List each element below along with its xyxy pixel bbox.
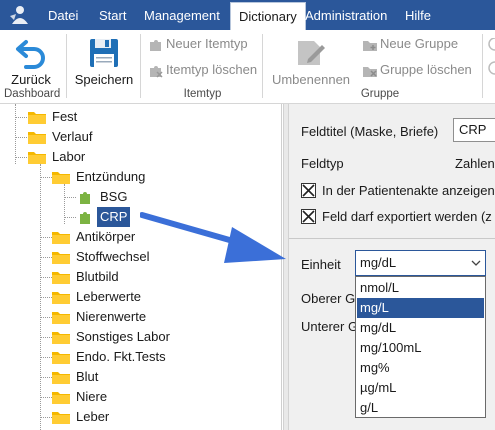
radio-icon xyxy=(488,38,495,75)
einheit-option[interactable]: mg/dL xyxy=(357,318,484,338)
back-button[interactable]: Zurück xyxy=(6,32,56,87)
menu-start[interactable]: Start xyxy=(91,0,134,30)
check-mark-icon xyxy=(302,210,315,223)
feldtitel-input[interactable]: CRP xyxy=(453,118,495,142)
feldtyp-label: Feldtyp xyxy=(301,156,344,171)
folder-icon xyxy=(52,412,70,424)
folder-icon xyxy=(28,152,46,164)
puzzle-icon xyxy=(80,192,90,204)
save-button[interactable]: Speichern xyxy=(72,32,136,87)
app-logo-icon xyxy=(10,6,28,24)
group-label-dashboard: Dashboard xyxy=(4,88,61,100)
folder-icon xyxy=(52,292,70,304)
floppy-disk-icon xyxy=(90,39,118,67)
show-in-record-label: In der Patientenakte anzeigen xyxy=(322,183,495,198)
menu-bar: Datei Start Management Dictionary Admini… xyxy=(0,0,495,30)
group-label-gruppe: Gruppe xyxy=(360,88,400,100)
show-in-record-checkbox[interactable] xyxy=(301,183,316,198)
folder-icon xyxy=(52,332,70,344)
folder-icon xyxy=(52,232,70,244)
exportable-checkbox[interactable] xyxy=(301,209,316,224)
folder-icon xyxy=(28,112,46,124)
new-itemtype-button[interactable]: Neuer Itemtyp xyxy=(148,36,248,53)
save-label: Speichern xyxy=(74,72,134,87)
delete-group-label: Gruppe löschen xyxy=(380,62,472,77)
einheit-option[interactable]: g/L xyxy=(357,398,484,418)
menu-administration[interactable]: Administration xyxy=(297,0,395,30)
section-divider xyxy=(289,238,495,239)
menu-hilfe[interactable]: Hilfe xyxy=(397,0,439,30)
rename-button[interactable]: Umbenennen xyxy=(270,32,352,87)
menu-dictionary[interactable]: Dictionary xyxy=(230,2,306,30)
new-group-label: Neue Gruppe xyxy=(380,36,459,51)
einheit-selected-value: mg/dL xyxy=(360,255,397,270)
folder-icon xyxy=(28,132,46,144)
einheit-option[interactable]: mg/100mL xyxy=(357,338,484,358)
unterer-grenzwert-label: Unterer G xyxy=(301,319,359,334)
folder-icon xyxy=(52,272,70,284)
folder-delete-icon xyxy=(363,66,377,77)
new-itemtype-label: Neuer Itemtyp xyxy=(166,36,248,51)
check-mark-icon xyxy=(302,184,315,197)
delete-group-button[interactable]: Gruppe löschen xyxy=(362,62,472,79)
folder-icon xyxy=(52,372,70,384)
folder-icon xyxy=(52,352,70,364)
puzzle-add-icon xyxy=(150,39,161,51)
group-label-itemtyp: Itemtyp xyxy=(183,88,222,100)
einheit-dropdown-list: nmol/L mg/L mg/dL mg/100mL mg% µg/mL g/L xyxy=(355,276,486,418)
annotation-arrow-icon xyxy=(140,212,286,263)
menu-management[interactable]: Management xyxy=(136,0,228,30)
einheit-label: Einheit xyxy=(301,257,341,272)
rename-label: Umbenennen xyxy=(271,72,351,87)
einheit-select[interactable]: mg/dL xyxy=(355,250,486,276)
folder-icon xyxy=(52,312,70,324)
folder-add-icon xyxy=(363,40,377,51)
einheit-option-selected[interactable]: mg/L xyxy=(357,298,484,318)
folder-icon xyxy=(52,392,70,404)
puzzle-icon xyxy=(80,212,90,224)
einheit-option[interactable]: µg/mL xyxy=(357,378,484,398)
new-group-button[interactable]: Neue Gruppe xyxy=(362,36,458,53)
feldtyp-value[interactable]: Zahlenf xyxy=(455,156,495,171)
ribbon: Zurück Speichern Neuer Itemtyp Itemtyp l… xyxy=(0,30,495,104)
oberer-grenzwert-label: Oberer G xyxy=(301,291,356,306)
feldtitel-label: Feldtitel (Maske, Briefe) xyxy=(301,124,439,139)
menu-datei[interactable]: Datei xyxy=(40,0,86,30)
folder-icon xyxy=(52,252,70,264)
back-label: Zurück xyxy=(11,72,51,87)
einheit-option[interactable]: mg% xyxy=(357,358,484,378)
puzzle-delete-icon xyxy=(150,65,163,78)
folder-icon xyxy=(52,172,70,184)
exportable-label: Feld darf exportiert werden (z xyxy=(322,209,492,224)
delete-itemtype-label: Itemtyp löschen xyxy=(166,62,258,77)
back-arrow-icon xyxy=(16,40,45,69)
rename-icon xyxy=(298,41,325,65)
delete-itemtype-button[interactable]: Itemtyp löschen xyxy=(148,62,257,79)
chevron-down-icon[interactable] xyxy=(467,251,485,275)
einheit-option[interactable]: nmol/L xyxy=(357,278,484,298)
